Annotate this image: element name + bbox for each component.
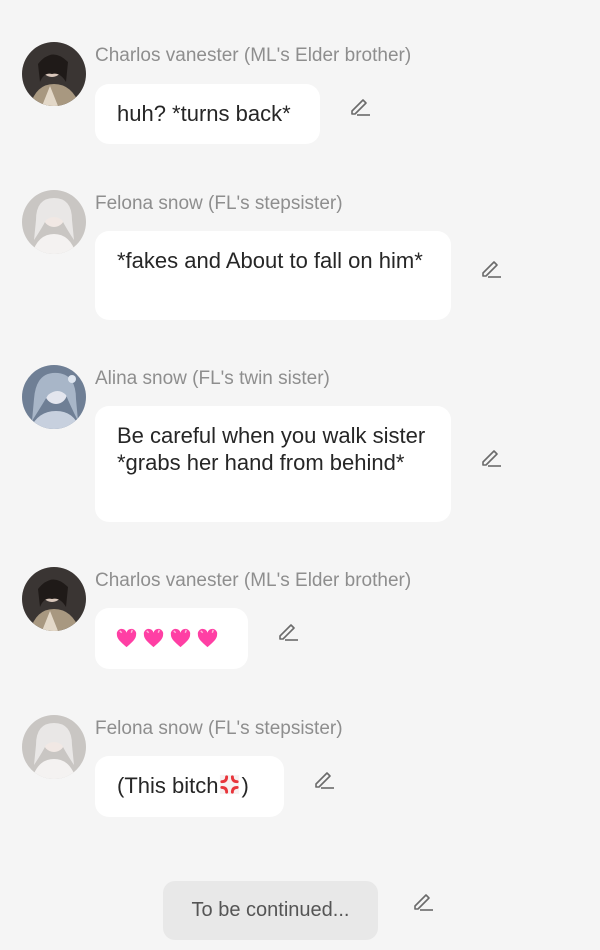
message-bubble[interactable]: huh? *turns back* (95, 84, 320, 144)
anger-symbol-icon (220, 774, 240, 795)
sender-name: Charlos vanester (ML's Elder brother) (95, 570, 412, 591)
message-bubble[interactable] (95, 608, 248, 669)
avatar-felona[interactable] (22, 715, 86, 779)
pencil-icon[interactable] (479, 256, 503, 280)
pencil-icon[interactable] (276, 619, 300, 643)
to-be-continued-pill[interactable]: To be continued... (163, 881, 378, 940)
message-bubble[interactable]: (This bitch) (95, 756, 284, 817)
pink-heart-icon (116, 628, 137, 648)
pink-heart-icon (143, 628, 164, 648)
pencil-icon[interactable] (411, 889, 435, 913)
emoji-row (115, 625, 228, 650)
sender-name: Alina snow (FL's twin sister) (95, 368, 330, 389)
pencil-icon[interactable] (479, 445, 503, 469)
avatar-charlos[interactable] (22, 567, 86, 631)
sender-name: Charlos vanester (ML's Elder brother) (95, 45, 412, 66)
message-bubble[interactable]: *fakes and About to fall on him* (95, 231, 451, 320)
sender-name: Felona snow (FL's stepsister) (95, 718, 343, 739)
avatar-felona[interactable] (22, 190, 86, 254)
pencil-icon[interactable] (312, 767, 336, 791)
footer-label: To be continued... (191, 899, 350, 921)
pink-heart-icon (197, 628, 218, 648)
avatar-charlos[interactable] (22, 42, 86, 106)
message-text-end: ) (241, 773, 249, 798)
avatar-alina[interactable] (22, 365, 86, 429)
message-text: (This bitch (117, 773, 219, 798)
sender-name: Felona snow (FL's stepsister) (95, 193, 343, 214)
message-bubble[interactable]: Be careful when you walk sister *grabs h… (95, 406, 451, 522)
pencil-icon[interactable] (348, 94, 372, 118)
pink-heart-icon (170, 628, 191, 648)
